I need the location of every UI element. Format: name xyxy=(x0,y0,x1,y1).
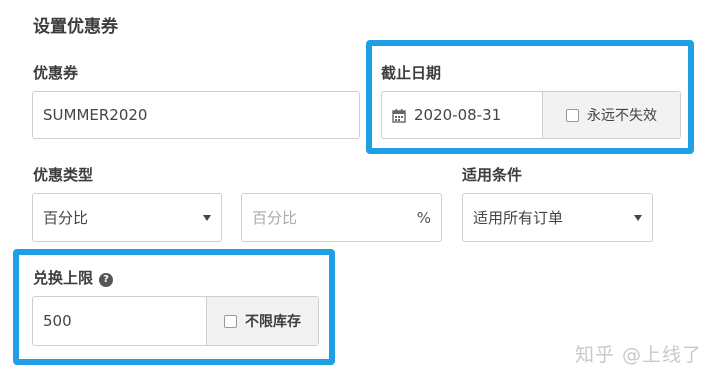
discount-type-selected: 百分比 xyxy=(43,209,89,227)
percent-unit: % xyxy=(416,208,431,227)
redeem-limit-group: 500 不限库存 xyxy=(32,296,319,346)
discount-type-select[interactable]: 百分比 xyxy=(32,193,222,242)
expiry-date-input[interactable]: 2020-08-31 xyxy=(414,106,542,124)
unlimited-stock-label: 不限库存 xyxy=(245,314,301,330)
coupon-code-value: SUMMER2020 xyxy=(43,106,148,124)
discount-amount-placeholder: 百分比 xyxy=(252,209,298,227)
condition-select[interactable]: 适用所有订单 xyxy=(462,193,653,242)
coupon-code-input[interactable]: SUMMER2020 xyxy=(32,91,360,139)
never-expire-checkbox[interactable] xyxy=(566,108,579,122)
condition-label: 适用条件 xyxy=(462,166,523,184)
expiry-date-group: 2020-08-31 永远不失效 xyxy=(381,91,681,139)
chevron-down-icon xyxy=(203,214,211,221)
discount-type-label: 优惠类型 xyxy=(33,166,94,184)
never-expire-label: 永远不失效 xyxy=(587,108,657,124)
calendar-icon xyxy=(392,108,406,123)
redeem-limit-label: 兑换上限 xyxy=(33,269,94,287)
expiry-label: 截止日期 xyxy=(381,64,442,82)
help-icon[interactable]: ? xyxy=(99,272,114,287)
page-title: 设置优惠券 xyxy=(33,17,118,37)
unlimited-stock-toggle[interactable]: 不限库存 xyxy=(206,297,318,345)
never-expire-toggle[interactable]: 永远不失效 xyxy=(542,92,680,138)
redeem-limit-input[interactable]: 500 xyxy=(43,312,206,330)
redeem-limit-label-row: 兑换上限? xyxy=(33,267,114,288)
condition-selected: 适用所有订单 xyxy=(473,209,564,227)
coupon-label: 优惠券 xyxy=(33,64,79,82)
chevron-down-icon xyxy=(634,214,642,221)
watermark: 知乎 @上线了 xyxy=(574,344,702,366)
unlimited-stock-checkbox[interactable] xyxy=(224,314,237,328)
discount-amount-input[interactable]: 百分比 % xyxy=(241,193,442,242)
